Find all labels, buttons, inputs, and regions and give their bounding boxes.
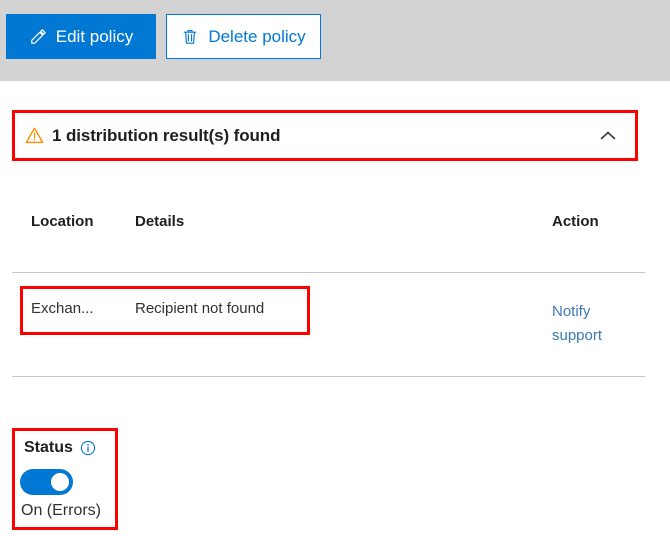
edit-policy-button[interactable]: Edit policy <box>6 14 156 59</box>
column-header-details: Details <box>135 213 185 230</box>
cell-location: Exchan... <box>31 300 94 317</box>
status-section-highlight: Status On (Errors) <box>12 428 118 530</box>
column-header-action: Action <box>552 213 599 230</box>
table-bottom-divider <box>12 376 645 377</box>
pencil-icon <box>29 28 47 46</box>
status-header: Status <box>24 439 96 457</box>
info-circle-icon[interactable] <box>80 440 96 456</box>
distribution-results-table: Location Details Action <box>0 205 670 272</box>
cell-details: Recipient not found <box>135 300 265 317</box>
status-toggle[interactable] <box>20 469 73 495</box>
table-header-divider <box>12 272 645 273</box>
distribution-results-banner[interactable]: 1 distribution result(s) found <box>15 113 635 158</box>
chevron-up-icon[interactable] <box>595 123 621 149</box>
table-header-row: Location Details Action <box>0 205 670 272</box>
warning-triangle-icon <box>25 126 44 145</box>
distribution-results-banner-highlight: 1 distribution result(s) found <box>12 110 638 161</box>
trash-icon <box>181 28 199 46</box>
notify-support-link[interactable]: Notify support <box>552 300 632 348</box>
column-header-location: Location <box>31 213 94 230</box>
delete-policy-button[interactable]: Delete policy <box>166 14 321 59</box>
delete-policy-label: Delete policy <box>208 26 306 46</box>
status-toggle-knob <box>51 473 69 491</box>
command-bar: Edit policy Delete policy <box>0 0 670 81</box>
status-value: On (Errors) <box>21 502 101 519</box>
status-label: Status <box>24 439 73 456</box>
edit-policy-label: Edit policy <box>55 26 134 46</box>
distribution-results-text: 1 distribution result(s) found <box>52 125 281 145</box>
